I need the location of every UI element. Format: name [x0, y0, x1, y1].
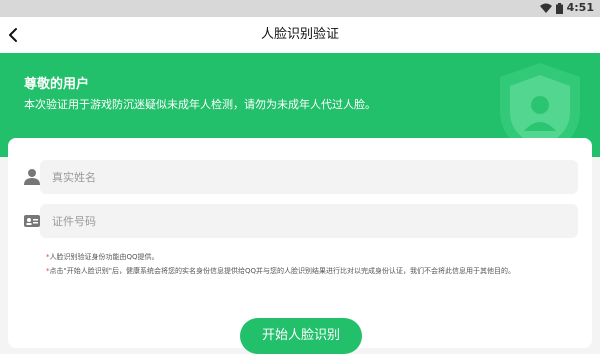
status-icons: 4:51	[539, 1, 594, 15]
page-title: 人脸识别验证	[260, 27, 339, 42]
id-card-icon	[24, 215, 40, 227]
hero-title: 尊敬的用户	[24, 77, 90, 92]
note-text-2: 点击"开始人脸识别"后，健康系统会将您的实名身份信息提供给QQ并与您的人脸识别结…	[49, 267, 515, 275]
person-icon	[24, 169, 40, 185]
name-input[interactable]	[40, 160, 578, 194]
nav-bar: 人脸识别验证	[0, 17, 600, 53]
status-time: 4:51	[566, 1, 594, 14]
hero-description: 本次验证用于游戏防沉迷疑似未成年人检测，请勿为未成年人代过人脸。	[24, 98, 376, 111]
notes: *人脸识别验证身份功能由QQ提供。 *点击"开始人脸识别"后，健康系统会将您的实…	[46, 250, 515, 278]
wifi-icon	[539, 3, 552, 13]
status-bar: 4:51	[0, 0, 600, 17]
id-number-field[interactable]	[40, 204, 578, 238]
name-field[interactable]	[40, 160, 578, 194]
note-line-2: *点击"开始人脸识别"后，健康系统会将您的实名身份信息提供给QQ并与您的人脸识别…	[46, 264, 515, 278]
note-line-1: *人脸识别验证身份功能由QQ提供。	[46, 250, 515, 264]
id-number-input[interactable]	[40, 204, 578, 238]
start-face-recognition-button[interactable]: 开始人脸识别	[240, 318, 362, 354]
battery-icon	[555, 2, 563, 14]
note-text-1: 人脸识别验证身份功能由QQ提供。	[49, 253, 159, 261]
